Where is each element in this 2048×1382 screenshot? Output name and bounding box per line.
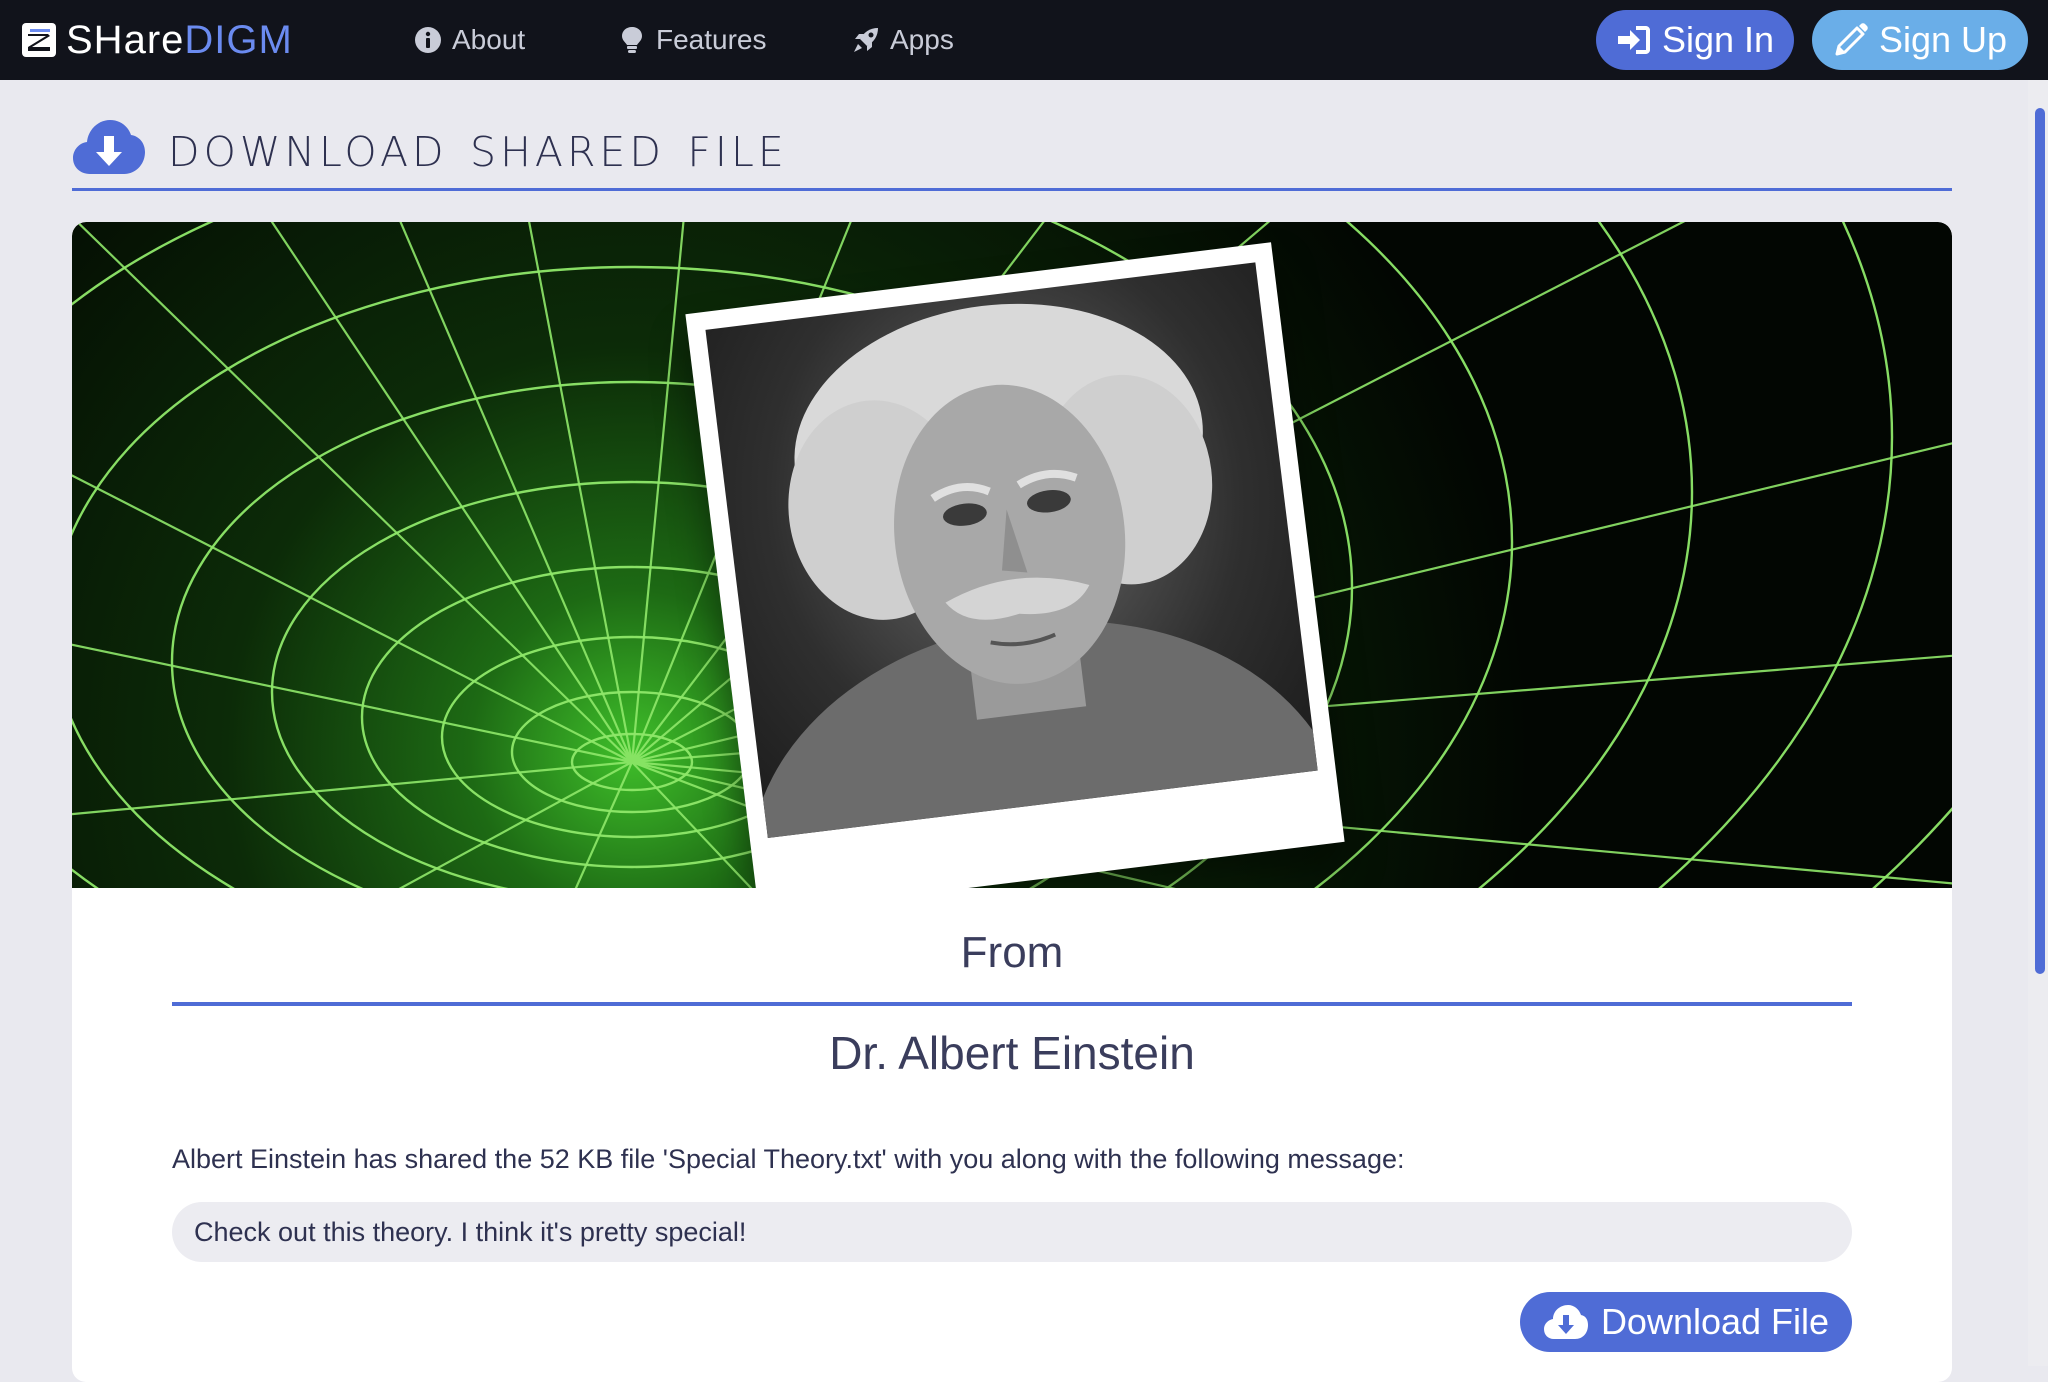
nav-about[interactable]: About xyxy=(414,20,525,60)
from-label: From xyxy=(960,928,1064,977)
brand-name-digm: DIGM xyxy=(184,18,293,62)
page-heading: Download Shared File xyxy=(72,108,788,184)
sender-name: Dr. Albert Einstein xyxy=(829,1027,1195,1079)
nav-about-label: About xyxy=(452,24,526,55)
from-divider xyxy=(172,1002,1852,1006)
logo-mark-icon xyxy=(22,23,56,57)
share-description: Albert Einstein has shared the 52 KB fil… xyxy=(172,1144,1405,1174)
shared-file-card: From Dr. Albert Einstein Albert Einstein… xyxy=(72,222,1952,1382)
polaroid-photo-frame xyxy=(685,242,1345,888)
rocket-icon xyxy=(854,28,878,52)
shared-message: Check out this theory. I think it's pret… xyxy=(172,1202,1852,1262)
sign-up-label: Sign Up xyxy=(1878,19,2008,60)
page-scrollbar-thumb[interactable] xyxy=(2035,108,2045,974)
shared-message-text: Check out this theory. I think it's pret… xyxy=(194,1216,747,1247)
sign-in-icon xyxy=(1617,26,1650,54)
nav-apps-label: Apps xyxy=(890,24,954,55)
cloud-download-icon xyxy=(73,120,145,174)
nav-apps[interactable]: Apps xyxy=(852,20,954,60)
lightbulb-icon xyxy=(622,27,642,53)
sign-in-button[interactable]: Sign In xyxy=(1596,10,1794,70)
portrait-illustration xyxy=(749,303,1318,839)
sign-in-label: Sign In xyxy=(1661,19,1775,60)
brand-name-share: SHare xyxy=(66,18,185,62)
portrait-photo xyxy=(705,262,1318,839)
pencil-icon xyxy=(1835,23,1868,56)
hero-banner xyxy=(72,222,1952,888)
page-title: Download Shared File xyxy=(168,112,788,180)
nav-features-label: Features xyxy=(656,24,767,55)
heading-divider xyxy=(72,188,1952,191)
download-file-label: Download File xyxy=(1600,1301,1830,1342)
download-file-button[interactable]: Download File xyxy=(1520,1292,1852,1352)
nav-features[interactable]: Features xyxy=(618,20,767,60)
sign-up-button[interactable]: Sign Up xyxy=(1812,10,2028,70)
brand-logo[interactable]: SHareDIGM xyxy=(22,18,293,62)
cloud-download-icon xyxy=(1543,1305,1588,1339)
top-navbar: SHareDIGM About Features Apps Sign In Si… xyxy=(0,0,2048,80)
info-circle-icon xyxy=(415,27,441,53)
